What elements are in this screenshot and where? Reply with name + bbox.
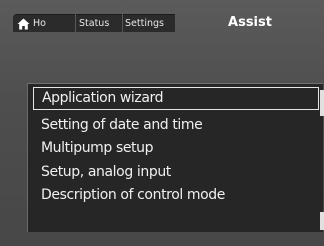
- tab-status[interactable]: Status: [76, 14, 122, 32]
- tab-status-label: Status: [79, 18, 110, 29]
- tab-home[interactable]: Ho: [13, 14, 75, 32]
- menu-item-application-wizard[interactable]: Application wizard: [33, 87, 319, 110]
- page-title: Assist: [228, 15, 272, 30]
- menu-item-multipump-setup[interactable]: Multipump setup: [28, 137, 318, 160]
- scroll-marker-bottom: [320, 212, 324, 230]
- device-screen: Ho Status Settings Assist Application wi…: [0, 0, 324, 246]
- menu-item-control-mode-description[interactable]: Description of control mode: [28, 184, 318, 207]
- tab-settings[interactable]: Settings: [123, 14, 175, 32]
- scroll-marker-top: [320, 90, 324, 116]
- assist-menu-list: Application wizard Setting of date and t…: [27, 83, 323, 232]
- menu-item-date-and-time[interactable]: Setting of date and time: [28, 114, 318, 137]
- tab-home-label: Ho: [33, 18, 46, 29]
- top-navigation-bar: Ho Status Settings Assist: [0, 0, 324, 34]
- tab-settings-label: Settings: [125, 18, 164, 29]
- menu-item-analog-input[interactable]: Setup, analog input: [28, 161, 318, 184]
- home-icon: [17, 18, 30, 30]
